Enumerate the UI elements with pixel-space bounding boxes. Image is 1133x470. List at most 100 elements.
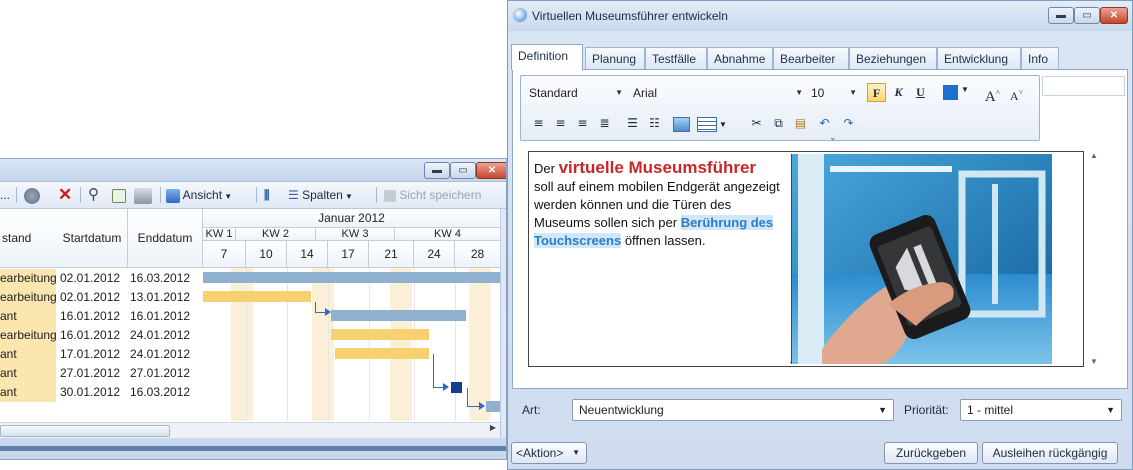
day-header: 24 (414, 241, 455, 268)
bold-button[interactable]: F (867, 83, 886, 102)
table-row[interactable]: earbeitung 02.01.2012 16.03.2012 (0, 269, 500, 288)
shrink-font-label: A (1009, 89, 1019, 103)
scroll-right-icon[interactable]: ▶ (490, 423, 496, 432)
tab-beziehungen[interactable]: Beziehungen (849, 47, 937, 69)
font-select[interactable]: Arial ▼ (633, 84, 805, 102)
table-row[interactable]: ant 27.01.2012 27.01.2012 (0, 364, 500, 383)
month-header: Januar 2012 (203, 209, 501, 228)
tab-info[interactable]: Info (1021, 47, 1059, 69)
gantt-bar[interactable] (486, 401, 500, 412)
close-button[interactable]: ✕ (1100, 7, 1128, 24)
gantt-toolbar: ... ✕ ⚲ Ansicht ▼ ⫼ ☰ Spalten ▼ Sicht sp… (0, 182, 506, 209)
scroll-down-icon[interactable]: ▼ (1090, 357, 1098, 366)
search-icon[interactable]: ⚲ (88, 186, 99, 204)
art-select[interactable]: Neuentwicklung ▼ (572, 399, 894, 421)
chevron-down-icon: ▼ (878, 405, 887, 415)
save-view-icon (384, 189, 396, 202)
print-icon[interactable] (134, 186, 152, 204)
text-color-button[interactable] (943, 85, 958, 100)
resize-handle-icon[interactable]: ⋯ (789, 357, 798, 368)
tab-bearbeiter[interactable]: Bearbeiter (773, 47, 849, 69)
start-cell: 27.01.2012 (60, 366, 121, 380)
table-row[interactable]: earbeitung 16.01.2012 24.01.2012 (0, 326, 500, 345)
scroll-up-icon[interactable]: ▲ (1090, 151, 1098, 160)
priority-value: 1 - mittel (967, 403, 1014, 417)
gantt-statusbar (0, 438, 506, 459)
action-dropdown[interactable]: <Aktion> ▼ (511, 442, 587, 464)
start-cell: 02.01.2012 (60, 290, 121, 304)
vertical-scrollbar[interactable]: ▲ ▼ (1086, 149, 1102, 371)
week-header: KW 1 (203, 228, 236, 241)
table-row[interactable]: ant 17.01.2012 24.01.2012 (0, 345, 500, 364)
shrink-font-button[interactable]: A˅ (1007, 83, 1026, 103)
column-header-start[interactable]: Startdatum (57, 209, 128, 268)
rich-text-editor[interactable]: Der virtuelle Museumsführer soll auf ein… (528, 151, 1084, 367)
insert-image-icon[interactable] (673, 117, 690, 132)
chevron-down-icon: ▼ (615, 88, 623, 97)
status-cell: earbeitung (0, 288, 56, 307)
tab-entwicklung[interactable]: Entwicklung (937, 47, 1021, 69)
grow-font-button[interactable]: A˄ (983, 83, 1002, 105)
undo-borrow-button[interactable]: Ausleihen rückgängig (982, 442, 1118, 464)
gantt-table: stand Startdatum Enddatum Januar 2012 KW… (0, 209, 501, 437)
tab-testfaelle[interactable]: Testfälle (645, 47, 707, 69)
insert-table-icon[interactable] (697, 117, 717, 132)
end-cell: 16.03.2012 (130, 385, 191, 399)
comment-icon[interactable] (24, 186, 40, 204)
dependency-arrow-icon (479, 402, 485, 410)
columns-dropdown[interactable]: ☰ Spalten ▼ (288, 186, 353, 204)
filter-icon[interactable]: ⫼ (264, 186, 270, 204)
minimize-button[interactable]: ▬ (1048, 7, 1074, 24)
minimize-button[interactable]: ▬ (424, 162, 450, 179)
column-header-end[interactable]: Enddatum (128, 209, 203, 268)
style-select[interactable]: Standard ▼ (529, 84, 625, 102)
return-button[interactable]: Zurückgeben (884, 442, 978, 464)
close-button[interactable]: ✕ (476, 162, 506, 179)
delete-icon[interactable]: ✕ (58, 186, 72, 204)
priority-select[interactable]: 1 - mittel ▼ (960, 399, 1122, 421)
editor-content[interactable]: Der virtuelle Museumsführer soll auf ein… (534, 159, 789, 250)
font-size-select[interactable]: 10 ▼ (811, 84, 859, 102)
align-left-icon[interactable]: ≡ (529, 114, 548, 133)
bullet-list-icon[interactable]: ☰ (623, 114, 642, 133)
table-row[interactable]: ant 30.01.2012 16.03.2012 (0, 383, 500, 402)
underline-button[interactable]: U (911, 83, 930, 102)
day-header: 14 (287, 241, 328, 268)
chevron-down-icon[interactable]: ▼ (719, 120, 727, 129)
justify-icon[interactable]: ≣ (595, 114, 614, 133)
numbered-list-icon[interactable]: ☷ (645, 114, 664, 133)
italic-button[interactable]: K (889, 83, 908, 102)
maximize-button[interactable]: ▭ (450, 162, 476, 179)
embedded-photo[interactable] (791, 154, 1052, 364)
maximize-button[interactable]: ▭ (1074, 7, 1100, 24)
scrollbar-thumb[interactable] (0, 425, 170, 437)
paste-icon[interactable]: ▤ (791, 114, 810, 133)
view-dropdown[interactable]: Ansicht ▼ (166, 186, 232, 204)
toolbar-separator (80, 187, 81, 203)
overflow-button[interactable]: ... (0, 186, 10, 204)
refresh-icon[interactable] (112, 186, 126, 204)
week-header: KW 4 (395, 228, 501, 241)
chevron-down-icon[interactable]: ▼ (961, 85, 969, 94)
end-cell: 24.01.2012 (130, 328, 191, 342)
text-prefix: Der (534, 161, 555, 176)
cut-icon[interactable]: ✂ (747, 114, 766, 133)
collapse-toolbar-icon[interactable]: ⌄ (829, 132, 837, 143)
week-header: KW 3 (316, 228, 395, 241)
align-right-icon[interactable]: ≡ (573, 114, 592, 133)
tab-planung[interactable]: Planung (585, 47, 645, 69)
column-header-status[interactable]: stand (0, 209, 58, 268)
table-row[interactable]: ant 16.01.2012 16.01.2012 (0, 307, 500, 326)
tab-abnahme[interactable]: Abnahme (707, 47, 773, 69)
table-row[interactable]: earbeitung 02.01.2012 13.01.2012 (0, 288, 500, 307)
minimize-icon: ▬ (432, 164, 442, 176)
save-view-label: Sicht speichern (399, 188, 482, 202)
redo-icon[interactable]: ↷ (839, 114, 858, 133)
horizontal-scrollbar[interactable]: ▶ (0, 422, 500, 438)
align-center-icon[interactable]: ≡ (551, 114, 570, 133)
undo-icon[interactable]: ↶ (815, 114, 834, 133)
end-cell: 27.01.2012 (130, 366, 191, 380)
copy-icon[interactable]: ⧉ (769, 114, 788, 133)
save-view-button[interactable]: Sicht speichern (384, 186, 481, 204)
tab-definition[interactable]: Definition (511, 44, 583, 70)
